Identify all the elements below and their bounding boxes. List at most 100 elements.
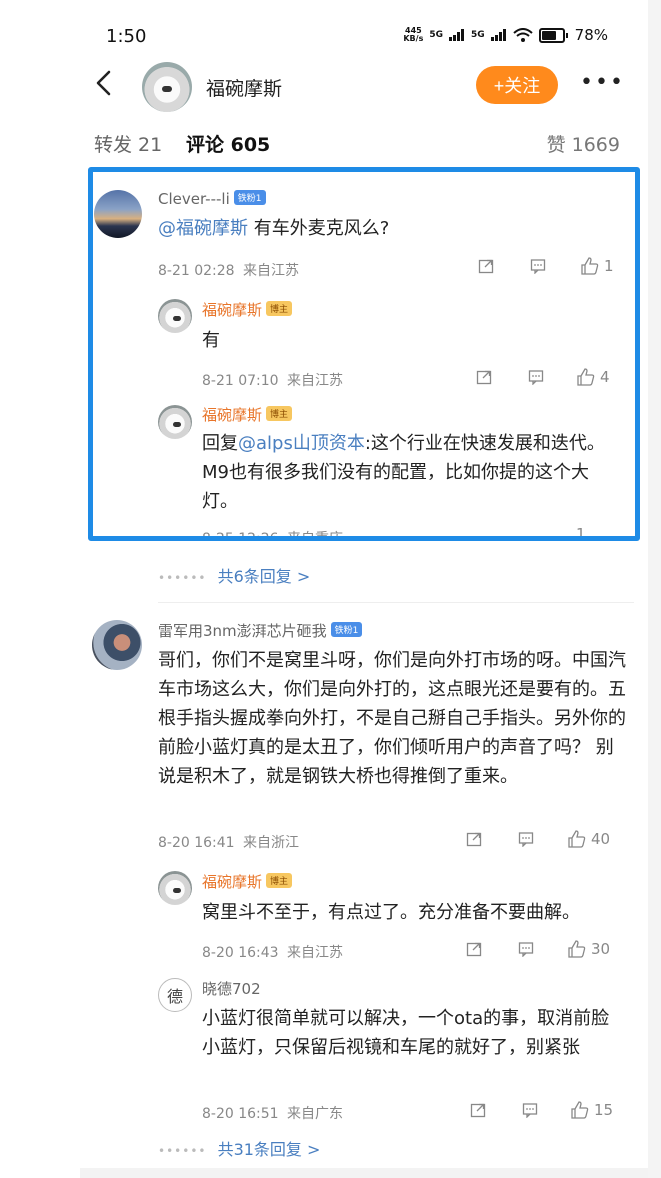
like-icon[interactable] xyxy=(567,939,587,959)
like-icon[interactable] xyxy=(567,829,587,849)
like-icon[interactable] xyxy=(580,256,600,276)
more-icon[interactable]: ••• xyxy=(580,66,623,104)
bottom-strip xyxy=(80,1168,648,1178)
username-text[interactable]: 福碗摩斯 xyxy=(202,301,262,319)
like-icon[interactable] xyxy=(570,1100,590,1120)
battery-icon xyxy=(538,27,568,43)
dots-decoration: •••••• xyxy=(158,1144,207,1158)
reply-location: 来自江苏 xyxy=(287,373,344,389)
reply-action[interactable] xyxy=(518,941,534,957)
reply-username[interactable]: 福碗摩斯 博主 xyxy=(202,871,293,892)
reply-text: 窝里斗不至于，有点过了。充分准备不要曲解。 xyxy=(202,902,580,923)
reply-location: 来自江苏 xyxy=(287,945,344,961)
reply-username[interactable]: 晓德702 xyxy=(202,978,261,999)
follow-button[interactable]: +关注 xyxy=(476,66,558,104)
blogger-badge: 博主 xyxy=(266,406,293,421)
comment-meta: 8-20 16:41 来自浙江 xyxy=(158,832,299,852)
more-replies-link[interactable]: 共31条回复 > xyxy=(218,1140,321,1159)
tab-repost[interactable]: 转发 21 xyxy=(94,130,162,157)
like-action[interactable]: 40 xyxy=(567,829,610,849)
battery-percent: 78% xyxy=(574,26,608,44)
share-action[interactable] xyxy=(466,941,482,957)
status-time: 1:50 xyxy=(106,26,147,47)
share-action[interactable] xyxy=(476,369,492,385)
signal-icon-2 xyxy=(490,29,506,41)
status-bar: 1:50 445 KB/s 5G 5G 78% xyxy=(80,22,648,52)
comment-text: 哥们，你们不是窝里斗呀，你们是向外打市场的呀。中国汽车市场这么大，你们是向外打的… xyxy=(158,650,626,787)
back-icon[interactable] xyxy=(92,68,116,98)
like-action[interactable]: 15 xyxy=(570,1100,613,1120)
username-text[interactable]: 福碗摩斯 xyxy=(202,873,262,891)
signal-1-label: 5G xyxy=(429,30,443,40)
comment-username[interactable]: 雷军用3nm澎湃芯片砸我 铁粉1 xyxy=(158,620,363,641)
share-icon[interactable] xyxy=(476,369,492,385)
reply-meta: 8-20 16:51 来自广东 xyxy=(202,1103,343,1123)
reply-time: 8-25 12:26 xyxy=(202,531,279,540)
comment-icon[interactable] xyxy=(518,941,534,957)
like-action[interactable]: 30 xyxy=(567,939,610,959)
avatar[interactable] xyxy=(94,190,142,238)
page-title[interactable]: 福碗摩斯 xyxy=(206,74,282,101)
username-text[interactable]: 福碗摩斯 xyxy=(202,406,262,424)
reply-location: 来自重庆 xyxy=(287,531,344,540)
fan-badge: 铁粉1 xyxy=(233,190,266,205)
fan-badge: 铁粉1 xyxy=(330,622,363,637)
share-action[interactable] xyxy=(470,1102,486,1118)
more-replies-link[interactable]: 共6条回复 > xyxy=(218,567,311,586)
avatar[interactable] xyxy=(158,299,192,333)
tab-bar: 转发 21 评论 605 赞 1669 xyxy=(80,130,648,164)
signal-icon xyxy=(449,29,464,41)
avatar[interactable] xyxy=(92,620,142,670)
avatar[interactable]: 德 xyxy=(158,978,192,1012)
like-action[interactable]: 1 xyxy=(576,528,586,540)
comment-icon[interactable] xyxy=(530,258,546,274)
like-icon[interactable] xyxy=(576,367,596,387)
mention-link[interactable]: @福碗摩斯 xyxy=(158,218,248,239)
like-action[interactable]: 1 xyxy=(580,256,614,276)
share-action[interactable] xyxy=(466,831,482,847)
like-count: 1 xyxy=(604,257,614,275)
comment-icon[interactable] xyxy=(522,1102,538,1118)
username-text[interactable]: Clever---li xyxy=(158,190,230,208)
share-icon[interactable] xyxy=(478,258,494,274)
more-replies-row[interactable]: •••••• 共31条回复 > xyxy=(158,1136,320,1160)
username-text[interactable]: 雷军用3nm澎湃芯片砸我 xyxy=(158,622,327,640)
reply-text: 回复@alps山顶资本:这个行业在快速发展和迭代。M9也有很多我们没有的配置，比… xyxy=(202,429,622,516)
reply-action[interactable] xyxy=(518,831,534,847)
comment-icon[interactable] xyxy=(528,369,544,385)
share-icon[interactable] xyxy=(470,1102,486,1118)
wifi-icon xyxy=(512,28,533,42)
reply-username[interactable]: 福碗摩斯 博主 xyxy=(202,299,293,320)
avatar[interactable] xyxy=(158,405,192,439)
mention-link[interactable]: @alps山顶资本 xyxy=(238,433,365,454)
comment-username[interactable]: Clever---li 铁粉1 xyxy=(158,190,266,208)
tab-comment[interactable]: 评论 605 xyxy=(186,130,270,157)
signal-2-label: 5G xyxy=(471,30,485,40)
reply-location: 来自广东 xyxy=(287,1106,344,1122)
like-count: 15 xyxy=(594,1101,614,1119)
like-count: 30 xyxy=(591,940,611,958)
like-action[interactable]: 4 xyxy=(576,367,610,387)
like-count: 4 xyxy=(600,368,610,386)
reply-action[interactable] xyxy=(522,1102,538,1118)
tab-like[interactable]: 赞 1669 xyxy=(547,130,620,157)
comment-time: 8-20 16:41 xyxy=(158,835,235,851)
reply-meta: 8-21 07:10 来自江苏 xyxy=(202,370,343,390)
comment-body: 有车外麦克风么? xyxy=(248,218,390,239)
avatar[interactable] xyxy=(142,62,192,112)
reply-username[interactable]: 福碗摩斯 博主 xyxy=(202,404,293,425)
more-replies-row[interactable]: •••••• 共6条回复 > xyxy=(158,563,310,587)
share-icon[interactable] xyxy=(466,941,482,957)
avatar[interactable] xyxy=(158,871,192,905)
share-action[interactable] xyxy=(478,258,494,274)
comment-time: 8-21 02:28 xyxy=(158,263,235,279)
reply-action[interactable] xyxy=(528,369,544,385)
share-icon[interactable] xyxy=(466,831,482,847)
right-gutter xyxy=(648,0,661,1178)
reply-prefix: 回复 xyxy=(202,433,238,454)
reply-meta: 8-20 16:43 来自江苏 xyxy=(202,942,343,962)
comment-icon[interactable] xyxy=(518,831,534,847)
reply-action[interactable] xyxy=(530,258,546,274)
like-count: 1 xyxy=(576,528,586,540)
blogger-badge: 博主 xyxy=(266,873,293,888)
